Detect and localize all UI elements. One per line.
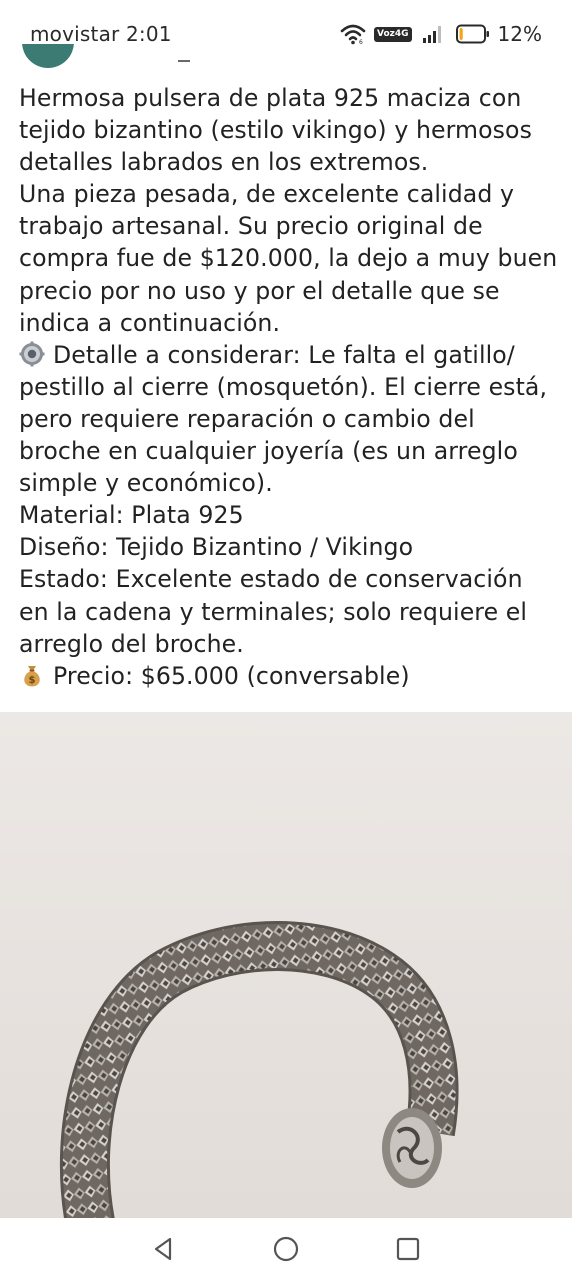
signal-icon: [422, 26, 441, 43]
material-line: Material: Plata 925: [19, 501, 244, 530]
money-bag-icon: $: [24, 665, 40, 687]
description-line: Una pieza pesada, de excelente calidad y: [19, 180, 515, 209]
battery-percent: 12%: [497, 22, 542, 46]
home-circle-icon[interactable]: [272, 1235, 300, 1263]
description-line: arreglo del broche.: [19, 629, 244, 658]
condition-line: Estado: Excelente estado de conservación: [19, 565, 523, 594]
description-line: trabajo artesanal. Su precio original de: [19, 212, 483, 241]
design-line: Diseño: Tejido Bizantino / Vikingo: [19, 533, 414, 562]
description-line: Hermosa pulsera de plata 925 maciza con: [19, 84, 522, 112]
listing-description: Hermosa pulsera de plata 925 maciza con …: [19, 82, 559, 692]
description-line: simple y económico).: [19, 469, 273, 498]
status-icons: 6 Voz4G 12%: [340, 20, 542, 48]
bracelet-illustration: [0, 712, 572, 1218]
recent-square-icon[interactable]: [394, 1235, 422, 1263]
price-text: Precio: $65.000 (conversable): [53, 661, 410, 690]
description-line: broche en cualquier joyería (es un arreg…: [19, 437, 518, 466]
network-badge: Voz4G: [374, 26, 412, 42]
description-line: en la cadena y terminales; solo requiere…: [19, 597, 528, 626]
wifi-icon: 6: [340, 24, 366, 45]
description-line: pero requiere reparación o cambio del: [19, 404, 475, 433]
description-line: indica a continuación.: [19, 308, 281, 337]
svg-text:6: 6: [359, 39, 363, 45]
detail-text: Detalle a considerar: Le falta el gatill…: [53, 340, 515, 369]
battery-icon: [455, 24, 489, 44]
silver-bracelet-photo[interactable]: [0, 712, 572, 1218]
description-line: detalles labrados en los extremos.: [19, 148, 429, 177]
avatar[interactable]: [22, 44, 74, 68]
gear-icon: [19, 341, 45, 367]
description-line: precio por no uso y por el detalle que s…: [19, 276, 500, 305]
description-line: compra fue de $120.000, la dejo a muy bu…: [19, 244, 558, 273]
navigation-bar: [0, 1218, 572, 1280]
price-line: $ Precio: $65.000 (conversable): [19, 660, 559, 692]
header-divider: [178, 60, 190, 62]
svg-text:$: $: [28, 675, 35, 686]
status-bar: movistar 2:01 6 Voz4G 12%: [0, 0, 572, 66]
carrier-time: movistar 2:01: [30, 22, 172, 46]
description-line: tejido bizantino (estilo vikingo) y herm…: [19, 116, 532, 145]
detail-line: Detalle a considerar: Le falta el gatill…: [19, 339, 559, 371]
screen: movistar 2:01 6 Voz4G 12% Hermosa pulser…: [0, 0, 572, 1280]
description-line: pestillo al cierre (mosquetón). El cierr…: [19, 372, 548, 401]
back-triangle-icon[interactable]: [150, 1235, 178, 1263]
